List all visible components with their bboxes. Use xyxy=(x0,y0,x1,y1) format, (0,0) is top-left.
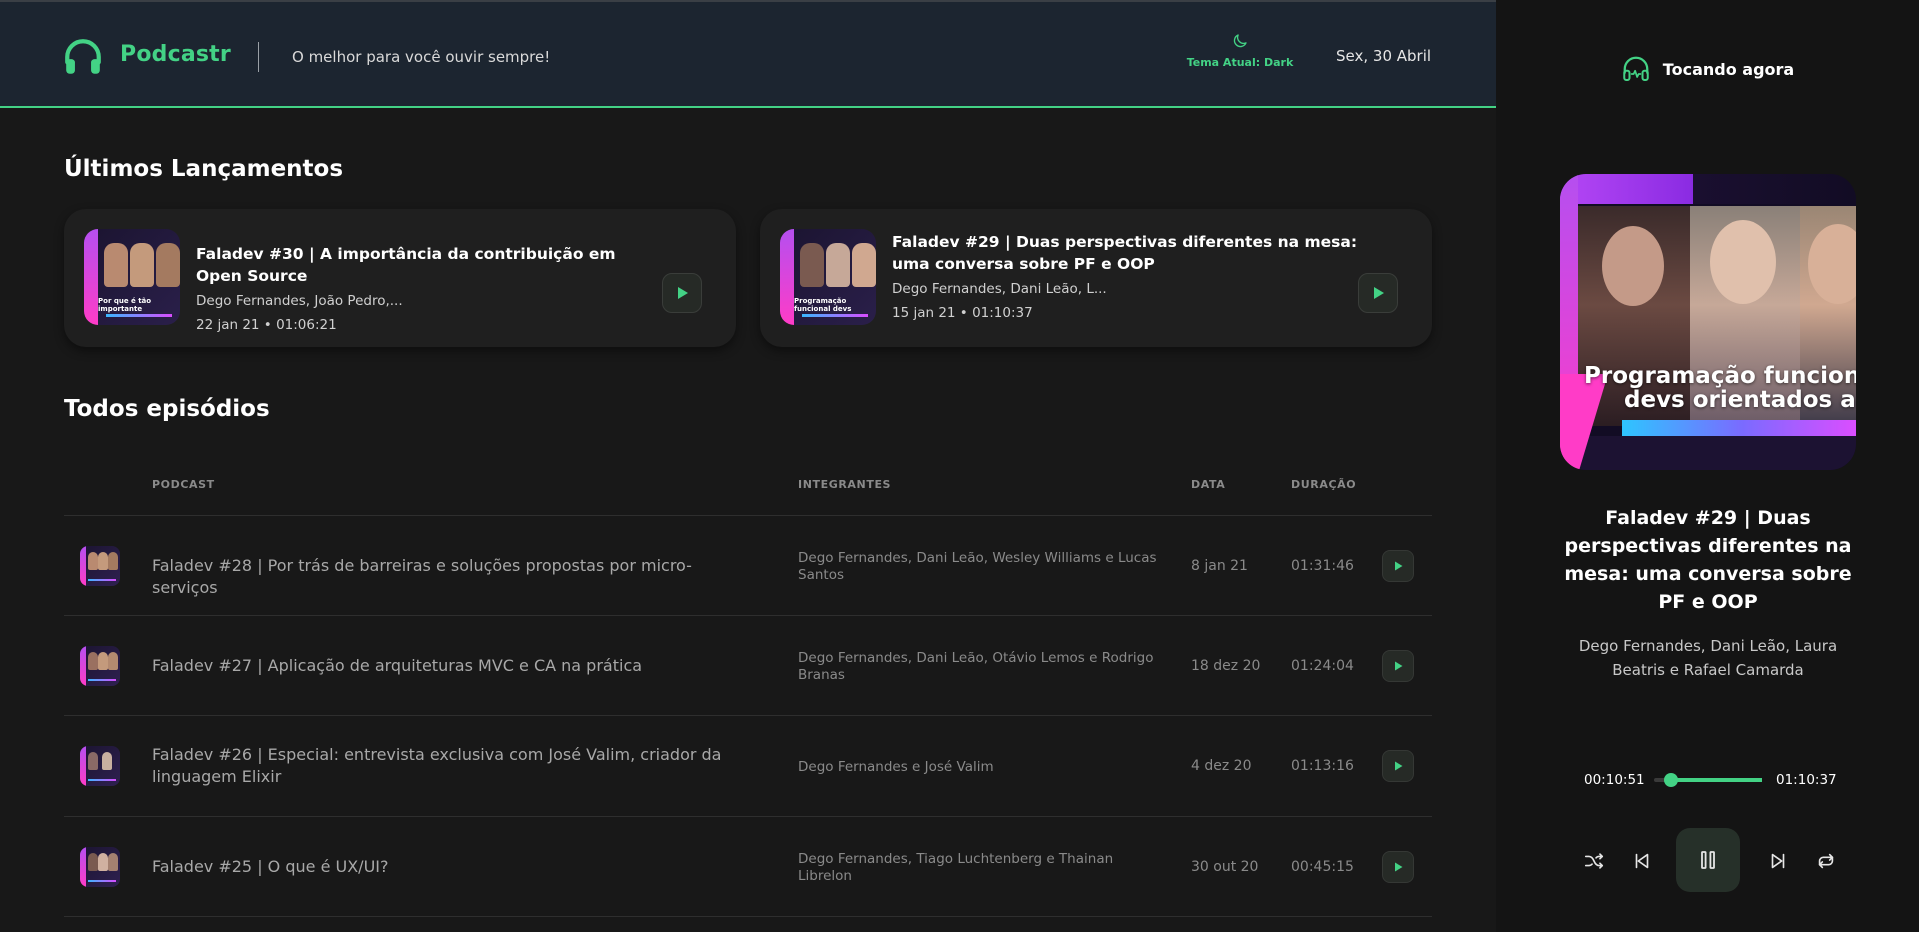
current-time: 00:10:51 xyxy=(1584,772,1645,788)
episode-duration: 01:13:16 xyxy=(1291,758,1354,774)
episode-title-link[interactable]: Faladev #27 | Aplicação de arquiteturas … xyxy=(152,655,752,677)
episode-title-link[interactable]: Faladev #26 | Especial: entrevista exclu… xyxy=(152,744,752,788)
play-episode-button[interactable] xyxy=(1382,750,1414,782)
repeat-button[interactable] xyxy=(1810,845,1842,877)
play-episode-button[interactable] xyxy=(1382,650,1414,682)
episode-date-duration: 22 jan 21 • 01:06:21 xyxy=(196,317,337,333)
headphones-playing-icon xyxy=(1623,56,1649,81)
play-icon xyxy=(1395,761,1403,771)
episode-date-duration: 15 jan 21 • 01:10:37 xyxy=(892,305,1033,321)
latest-episode-card[interactable]: Programação funcional devs orientados a … xyxy=(760,209,1432,347)
thumbnail-caption: Por que é tão importante contribuir em O… xyxy=(98,297,152,313)
cover-caption-line-2: devs orientados a o xyxy=(1624,387,1856,413)
episode-title[interactable]: Faladev #30 | A importância da contribui… xyxy=(196,243,656,287)
play-icon xyxy=(1395,661,1403,671)
episode-date: 4 dez 20 xyxy=(1191,758,1252,774)
header-date: Sex, 30 Abril xyxy=(1336,47,1432,65)
latest-episode-card[interactable]: Por que é tão importante contribuir em O… xyxy=(64,209,736,347)
total-time: 01:10:37 xyxy=(1776,772,1837,788)
previous-button[interactable] xyxy=(1626,845,1658,877)
column-header-date: DATA xyxy=(1191,478,1226,491)
episode-members: Dego Fernandes, Dani Leão, L... xyxy=(892,281,1107,297)
table-row: Faladev #27 | Aplicação de arquiteturas … xyxy=(64,616,1432,716)
episode-thumbnail: Por que é tão importante contribuir em O… xyxy=(84,229,180,325)
podcastr-app: Podcastr O melhor para você ouvir sempre… xyxy=(0,0,1919,932)
skip-next-icon xyxy=(1771,853,1785,869)
episode-title[interactable]: Faladev #29 | Duas perspectivas diferent… xyxy=(892,231,1372,275)
theme-toggle-button[interactable]: Tema Atual: Dark xyxy=(1180,32,1300,82)
cover-caption-line-1: Programação funcion xyxy=(1584,363,1856,389)
episode-date: 8 jan 21 xyxy=(1191,558,1248,574)
headphones-icon xyxy=(65,39,101,74)
shuffle-button[interactable] xyxy=(1578,845,1610,877)
episode-members: Dego Fernandes, Tiago Luchtenberg e Thai… xyxy=(798,851,1114,884)
skip-previous-icon xyxy=(1635,853,1649,869)
episode-thumbnail xyxy=(80,847,120,887)
episode-date: 30 out 20 xyxy=(1191,859,1259,875)
repeat-icon xyxy=(1818,853,1834,869)
play-episode-button[interactable] xyxy=(1382,550,1414,582)
moon-icon xyxy=(1233,34,1247,48)
header-tagline: O melhor para você ouvir sempre! xyxy=(292,48,551,66)
episode-thumbnail xyxy=(80,746,120,786)
next-button[interactable] xyxy=(1762,845,1794,877)
now-playing-header: Tocando agora xyxy=(1496,54,1919,84)
progress-slider[interactable] xyxy=(1654,773,1762,787)
app-logo-text[interactable]: Podcastr xyxy=(120,42,231,67)
top-header: Podcastr O melhor para você ouvir sempre… xyxy=(0,0,1496,108)
episode-date: 18 dez 20 xyxy=(1191,658,1261,674)
cover-caption: Programação funcion devs orientados a o xyxy=(1584,364,1856,412)
column-header-duration: DURAÇÃO xyxy=(1291,478,1357,491)
episode-duration: 00:45:15 xyxy=(1291,859,1354,875)
play-icon xyxy=(678,287,688,299)
all-episodes-title: Todos episódios xyxy=(64,396,270,422)
episode-members: Dego Fernandes, Dani Leão, Wesley Willia… xyxy=(798,550,1157,583)
episode-members: Dego Fernandes, Dani Leão, Otávio Lemos … xyxy=(798,650,1154,683)
episode-thumbnail xyxy=(80,646,120,686)
table-row: Faladev #26 | Especial: entrevista exclu… xyxy=(64,716,1432,817)
play-icon xyxy=(1395,561,1403,571)
episode-details: Faladev #29 | Duas perspectivas diferent… xyxy=(892,231,1372,321)
theme-label: Tema Atual: Dark xyxy=(1186,56,1294,69)
play-episode-button[interactable] xyxy=(1358,273,1398,313)
slider-handle[interactable] xyxy=(1664,773,1678,787)
thumbnail-caption: Programação funcional devs orientados a … xyxy=(794,297,852,313)
slider-track-filled xyxy=(1671,778,1762,782)
play-episode-button[interactable] xyxy=(662,273,702,313)
latest-releases-title: Últimos Lançamentos xyxy=(64,156,344,182)
table-header: PODCAST INTEGRANTES DATA DURAÇÃO xyxy=(64,458,1432,516)
player-controls xyxy=(1496,828,1919,894)
episode-duration: 01:31:46 xyxy=(1291,558,1354,574)
episode-title-link[interactable]: Faladev #25 | O que é UX/UI? xyxy=(152,856,752,878)
column-header-podcast: PODCAST xyxy=(152,478,215,491)
table-row: Faladev #25 | O que é UX/UI? Dego Fernan… xyxy=(64,817,1432,917)
now-playing-title: Faladev #29 | Duas perspectivas diferent… xyxy=(1564,507,1852,613)
episode-members: Dego Fernandes e José Valim xyxy=(798,759,994,775)
column-header-members: INTEGRANTES xyxy=(798,478,892,491)
episode-details: Faladev #30 | A importância da contribui… xyxy=(196,243,656,333)
play-episode-button[interactable] xyxy=(1382,851,1414,883)
episode-duration: 01:24:04 xyxy=(1291,658,1354,674)
pause-icon xyxy=(1701,851,1715,869)
episode-thumbnail xyxy=(80,546,120,586)
now-playing-members: Dego Fernandes, Dani Leão, Laura Beatris… xyxy=(1578,637,1838,679)
table-row: Faladev #28 | Por trás de barreiras e so… xyxy=(64,516,1432,616)
pause-button[interactable] xyxy=(1676,828,1740,892)
now-playing-label: Tocando agora xyxy=(1662,59,1795,79)
now-playing-panel: Tocando agora Programação funcion devs o… xyxy=(1496,0,1919,932)
header-divider xyxy=(258,42,259,72)
shuffle-icon xyxy=(1584,853,1604,869)
episode-title-link[interactable]: Faladev #28 | Por trás de barreiras e so… xyxy=(152,555,752,599)
episode-thumbnail: Programação funcional devs orientados a … xyxy=(780,229,876,325)
play-icon xyxy=(1395,862,1403,872)
play-icon xyxy=(1374,287,1384,299)
episode-members: Dego Fernandes, João Pedro,... xyxy=(196,293,403,309)
episode-cover-image: Programação funcion devs orientados a o xyxy=(1560,174,1856,470)
